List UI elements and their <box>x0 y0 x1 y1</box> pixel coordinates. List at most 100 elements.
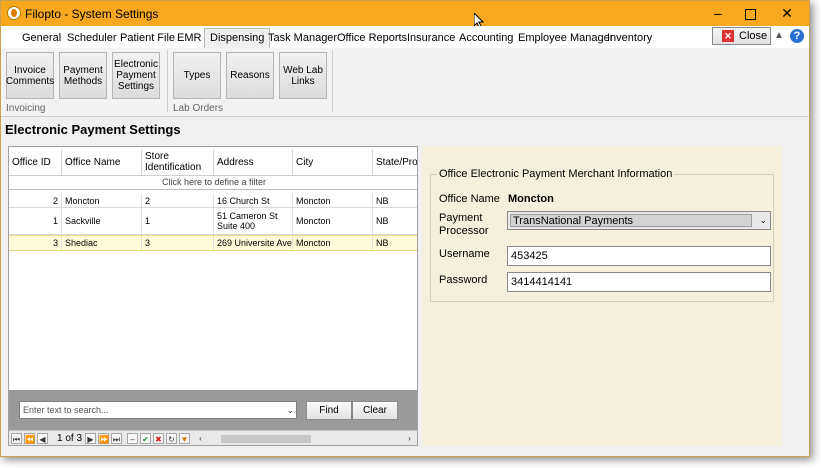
clear-button[interactable]: Clear <box>352 401 398 420</box>
table-row-selected[interactable]: 3 Shediac 3 269 Universite Ave Moncton N… <box>9 235 417 251</box>
cell-city: Moncton <box>292 236 372 250</box>
tab-scheduler[interactable]: Scheduler <box>67 29 117 47</box>
tab-dispensing[interactable]: Dispensing <box>204 28 271 49</box>
cell-state: NB <box>372 208 417 234</box>
cell-address: 269 Universite Ave <box>213 236 292 250</box>
scroll-right-icon[interactable]: › <box>404 433 415 444</box>
help-icon[interactable]: ? <box>790 29 804 43</box>
group-legend: Office Electronic Payment Merchant Infor… <box>437 168 675 180</box>
payment-processor-select[interactable]: TransNational Payments ⌄ <box>507 211 771 230</box>
password-field[interactable]: 3414414141 <box>507 272 771 292</box>
cell-store-identification: 1 <box>141 208 213 234</box>
tab-general[interactable]: General <box>22 29 61 47</box>
close-button-label: Close <box>739 30 768 42</box>
ribbon-group-lab-orders: Lab Orders <box>173 103 224 114</box>
invoice-comments-button[interactable]: Invoice Comments <box>6 52 54 99</box>
collapse-ribbon-icon[interactable]: ▲ <box>774 30 784 41</box>
cell-address: 51 Cameron St Suite 400 <box>213 208 292 234</box>
cell-office-id: 3 <box>52 238 58 248</box>
tab-insurance[interactable]: Insurance <box>407 29 455 47</box>
ribbon-separator <box>167 50 168 112</box>
ribbon-separator <box>332 50 333 112</box>
electronic-payment-settings-button[interactable]: Electronic Payment Settings <box>112 52 160 99</box>
column-header-office-name[interactable]: Office Name <box>61 149 141 175</box>
lab-types-button[interactable]: Types <box>173 52 221 99</box>
search-input[interactable]: Enter text to search... ⌄ <box>19 401 297 419</box>
payment-processor-value: TransNational Payments <box>510 214 752 227</box>
search-bar: Enter text to search... ⌄ Find Clear <box>9 390 417 430</box>
cell-office-id: 1 <box>52 216 58 226</box>
offices-grid-panel: Office ID Office Name Store Identificati… <box>8 146 418 446</box>
office-name-label: Office Name <box>439 193 500 205</box>
merchant-info-group: Office Electronic Payment Merchant Infor… <box>430 168 774 302</box>
column-header-city[interactable]: City <box>292 149 372 175</box>
filter-icon[interactable]: ▼ <box>179 433 190 444</box>
scroll-left-icon[interactable]: ‹ <box>195 433 206 444</box>
check-icon[interactable]: ✔ <box>140 433 151 444</box>
last-page-icon[interactable]: ⏭ <box>111 433 122 444</box>
page-indicator: 1 of 3 <box>57 433 83 444</box>
tab-task-manager[interactable]: Task Manager <box>268 29 337 47</box>
search-placeholder: Enter text to search... <box>23 405 109 415</box>
cell-state: NB <box>372 236 417 250</box>
tab-office-reports[interactable]: Office Reports <box>337 29 407 47</box>
chevron-down-icon[interactable]: ⌄ <box>286 402 294 418</box>
cell-city: Moncton <box>292 208 372 234</box>
filter-row[interactable]: Click here to define a filter <box>9 175 417 190</box>
cell-office-id: 2 <box>52 195 58 206</box>
cancel-icon[interactable]: ✖ <box>153 433 164 444</box>
first-page-icon[interactable]: ⏮ <box>11 433 22 444</box>
cell-store-identification: 3 <box>141 236 213 250</box>
table-row[interactable]: 2 Moncton 2 16 Church St Moncton NB <box>9 194 417 208</box>
system-settings-window: Filopto - System Settings – ✕ General Sc… <box>0 0 810 457</box>
table-row[interactable]: 1 Sackville 1 51 Cameron St Suite 400 Mo… <box>9 208 417 235</box>
lab-reasons-button[interactable]: Reasons <box>226 52 274 99</box>
cell-office-name: Sackville <box>61 208 141 234</box>
refresh-icon[interactable]: ↻ <box>166 433 177 444</box>
grid-header: Office ID Office Name Store Identificati… <box>9 147 417 176</box>
merchant-info-panel: Office Electronic Payment Merchant Infor… <box>422 146 782 446</box>
username-field[interactable]: 453425 <box>507 246 771 266</box>
web-lab-links-button[interactable]: Web Lab Links <box>279 52 327 99</box>
next-record-icon[interactable]: ▶ <box>85 433 96 444</box>
column-header-state[interactable]: State/Provi <box>372 149 417 175</box>
username-label: Username <box>439 248 490 260</box>
cell-state: NB <box>372 194 417 207</box>
cell-store-identification: 2 <box>141 194 213 207</box>
remove-icon[interactable]: – <box>127 433 138 444</box>
office-name-value: Moncton <box>508 193 554 205</box>
ribbon: Invoice Comments Payment Methods Electro… <box>1 48 809 117</box>
prev-page-icon[interactable]: ⏪ <box>24 433 35 444</box>
cell-address: 16 Church St <box>213 194 292 207</box>
maximize-button[interactable] <box>730 1 770 26</box>
scrollbar-thumb[interactable] <box>221 435 311 443</box>
horizontal-scrollbar[interactable] <box>209 434 414 444</box>
window-close-button[interactable]: ✕ <box>767 1 807 26</box>
cell-office-name: Shediac <box>61 236 141 250</box>
tab-accounting[interactable]: Accounting <box>459 29 513 47</box>
chevron-down-icon: ⌄ <box>759 215 767 225</box>
column-header-store-identification[interactable]: Store Identification <box>141 149 213 175</box>
tab-emr[interactable]: EMR <box>177 29 201 47</box>
page-title: Electronic Payment Settings <box>5 122 181 137</box>
find-button[interactable]: Find <box>306 401 352 420</box>
payment-processor-label: Payment Processor <box>439 212 489 237</box>
close-button[interactable]: ✕ Close <box>712 27 771 45</box>
grid-navigator: ⏮ ⏪ ◀ 1 of 3 ▶ ⏩ ⏭ – ✔ ✖ ↻ ▼ ‹ › <box>9 430 417 445</box>
ribbon-group-invoicing: Invoicing <box>6 103 46 114</box>
next-page-icon[interactable]: ⏩ <box>98 433 109 444</box>
column-header-address[interactable]: Address <box>213 149 292 175</box>
cell-office-name: Moncton <box>61 194 141 207</box>
tab-employee-manager[interactable]: Employee Manager <box>518 29 613 47</box>
password-label: Password <box>439 274 488 286</box>
window-title: Filopto - System Settings <box>25 7 159 21</box>
tab-inventory[interactable]: Inventory <box>607 29 652 47</box>
tab-patient-file[interactable]: Patient File <box>120 29 175 47</box>
payment-methods-button[interactable]: Payment Methods <box>59 52 107 99</box>
cell-city: Moncton <box>292 194 372 207</box>
close-icon: ✕ <box>722 30 734 42</box>
filopto-logo-icon <box>7 6 21 20</box>
title-bar[interactable]: Filopto - System Settings – ✕ <box>1 1 809 29</box>
column-header-office-id[interactable]: Office ID <box>9 149 61 175</box>
prev-record-icon[interactable]: ◀ <box>37 433 48 444</box>
